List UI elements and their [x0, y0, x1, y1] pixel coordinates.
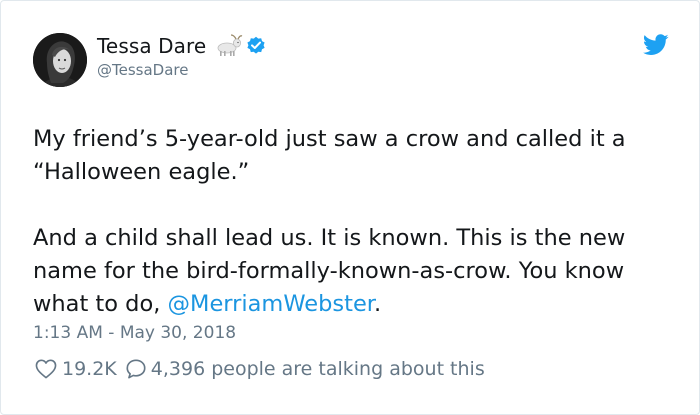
goat-emoji-icon [213, 34, 243, 58]
engagement-bar: 19.2K 4,396 people are talking about thi… [35, 358, 485, 380]
tweet-paragraph-1: My friend’s 5-year-old just saw a crow a… [33, 126, 626, 185]
tweet-text: My friend’s 5-year-old just saw a crow a… [33, 123, 678, 321]
conversation-text: 4,396 people are talking about this [150, 358, 485, 380]
tweet-paragraph-2-end: . [373, 291, 382, 317]
verified-badge-icon [246, 36, 266, 56]
tweet-timestamp[interactable]: 1:13 AM - May 30, 2018 [33, 323, 236, 343]
author-handle[interactable]: @TessaDare [97, 61, 188, 79]
twitter-bird-icon[interactable] [642, 34, 669, 56]
author-name[interactable]: Tessa Dare [97, 34, 206, 58]
avatar-photo-icon [33, 33, 87, 87]
like-button[interactable]: 19.2K [35, 358, 117, 380]
tweet-card: Tessa Dare @TessaDare My friend’s 5-year… [0, 0, 700, 415]
mention-link[interactable]: @MerriamWebster [168, 291, 374, 317]
speech-bubble-icon [125, 358, 147, 380]
like-count: 19.2K [62, 358, 117, 380]
author-line: Tessa Dare [97, 34, 266, 58]
author-avatar[interactable] [33, 33, 87, 87]
tweet-paragraph-2: And a child shall lead us. It is known. … [33, 222, 678, 321]
conversation-link[interactable]: 4,396 people are talking about this [125, 358, 485, 380]
heart-icon [35, 359, 57, 379]
